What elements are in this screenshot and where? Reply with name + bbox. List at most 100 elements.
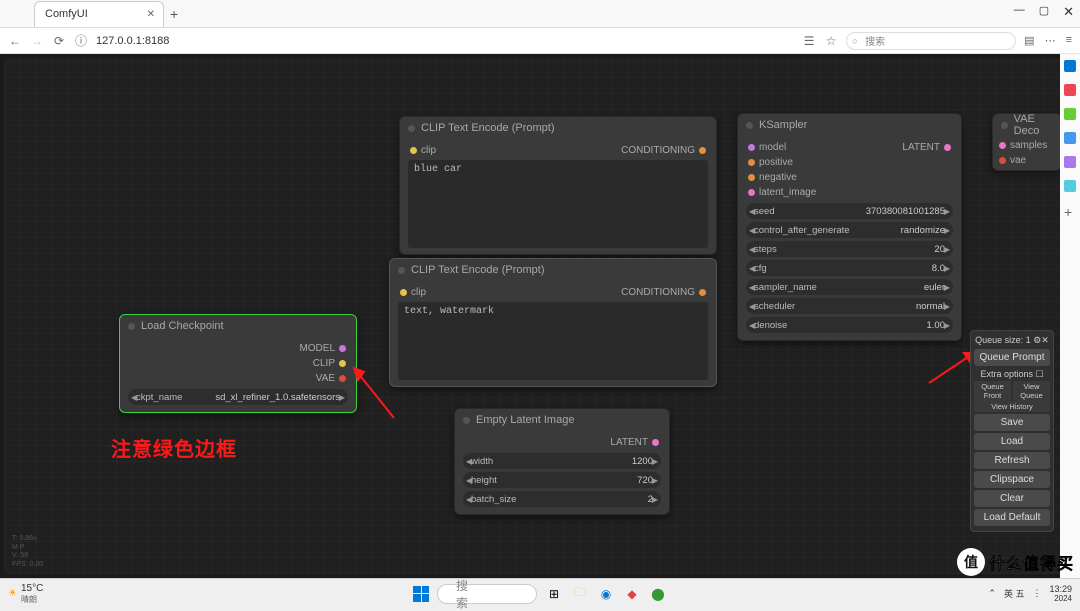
- start-button[interactable]: [413, 586, 429, 602]
- explorer-icon[interactable]: 🗀: [571, 585, 589, 603]
- port-latent[interactable]: latent_image: [748, 187, 816, 198]
- browser-titlebar: ComfyUI ✕ + — ▢ ✕: [0, 0, 1080, 28]
- queue-size-label: Queue size: 1 ⚙✕: [974, 334, 1050, 347]
- watermark-text: 什么值得买: [989, 550, 1074, 574]
- queue-prompt-button[interactable]: Queue Prompt: [974, 349, 1050, 366]
- node-title: VAE Deco: [1014, 113, 1061, 137]
- clear-button[interactable]: Clear: [974, 490, 1050, 507]
- annotation-arrow-left: [344, 358, 404, 428]
- port-conditioning[interactable]: CONDITIONING: [621, 287, 706, 298]
- weather-widget[interactable]: ☀ 15°C 晴朗: [0, 583, 43, 605]
- sidebar-icon[interactable]: [1064, 156, 1076, 168]
- wifi-icon[interactable]: ⋮: [1032, 588, 1041, 599]
- minimize-icon[interactable]: —: [1014, 4, 1025, 20]
- node-title: KSampler: [759, 119, 807, 131]
- scheduler-widget[interactable]: ◀schedulernormal▶: [746, 298, 953, 314]
- load-button[interactable]: Load: [974, 433, 1050, 450]
- watermark-logo: 值: [957, 548, 985, 576]
- control-widget[interactable]: ◀control_after_generaterandomize▶: [746, 222, 953, 238]
- port-model[interactable]: MODEL: [299, 343, 346, 354]
- extension-icon[interactable]: ▤: [1024, 34, 1034, 47]
- browser-search[interactable]: 搜索: [846, 32, 1016, 50]
- port-conditioning[interactable]: CONDITIONING: [621, 145, 706, 156]
- denoise-widget[interactable]: ◀denoise1.00▶: [746, 317, 953, 333]
- sidebar-icon[interactable]: [1064, 108, 1076, 120]
- ckpt-name-widget[interactable]: ◀ ckpt_name sd_xl_refiner_1.0.safetensor…: [128, 389, 348, 405]
- steps-widget[interactable]: ◀steps20▶: [746, 241, 953, 257]
- node-ksampler[interactable]: KSampler model positive negative latent_…: [737, 113, 962, 341]
- prompt-textarea[interactable]: text, watermark: [398, 302, 708, 380]
- clock-time[interactable]: 13:29: [1049, 584, 1072, 594]
- new-tab-button[interactable]: +: [170, 6, 178, 22]
- port-latent-out[interactable]: LATENT: [902, 142, 951, 153]
- seed-widget[interactable]: ◀seed370380081001285▶: [746, 203, 953, 219]
- ime-indicator[interactable]: 英 五: [1004, 587, 1025, 600]
- node-load-checkpoint[interactable]: Load Checkpoint MODEL CLIP VAE ◀ ckpt_na…: [119, 314, 357, 413]
- close-icon: ✕: [1041, 335, 1049, 345]
- sidebar-icon[interactable]: [1064, 60, 1076, 72]
- app-icon[interactable]: ⬤: [649, 585, 667, 603]
- width-widget[interactable]: ◀width1200▶: [463, 453, 661, 469]
- url-text[interactable]: 127.0.0.1:8188: [96, 35, 169, 47]
- prompt-textarea[interactable]: blue car: [408, 160, 708, 248]
- sidebar-icon[interactable]: [1064, 180, 1076, 192]
- node-title: CLIP Text Encode (Prompt): [421, 122, 555, 134]
- control-panel[interactable]: Queue size: 1 ⚙✕ Queue Prompt Extra opti…: [970, 330, 1054, 532]
- port-positive[interactable]: positive: [748, 157, 816, 168]
- node-clip-encode-positive[interactable]: CLIP Text Encode (Prompt) clip CONDITION…: [399, 116, 717, 255]
- sidebar-icon[interactable]: [1064, 132, 1076, 144]
- refresh-icon[interactable]: ⟳: [52, 34, 66, 48]
- annotation-text: 注意绿色边框: [111, 433, 237, 462]
- node-canvas[interactable]: Load Checkpoint MODEL CLIP VAE ◀ ckpt_na…: [4, 58, 1076, 574]
- refresh-button[interactable]: Refresh: [974, 452, 1050, 469]
- port-clip-in[interactable]: clip: [400, 287, 426, 298]
- sidebar-icon[interactable]: [1064, 84, 1076, 96]
- debug-stats: T: 0.86u M P V: 58 FPS: 0.00: [12, 535, 43, 569]
- node-title: CLIP Text Encode (Prompt): [411, 264, 545, 276]
- connection-wires: [4, 58, 304, 208]
- save-button[interactable]: Save: [974, 414, 1050, 431]
- port-vae[interactable]: VAE: [299, 373, 346, 384]
- close-window-icon[interactable]: ✕: [1063, 4, 1074, 20]
- close-icon[interactable]: ✕: [147, 9, 155, 20]
- load-default-button[interactable]: Load Default: [974, 509, 1050, 526]
- height-widget[interactable]: ◀height720▶: [463, 472, 661, 488]
- star-icon[interactable]: ☆: [824, 34, 838, 48]
- batch-widget[interactable]: ◀batch_size2▶: [463, 491, 661, 507]
- app-icon[interactable]: ◆: [623, 585, 641, 603]
- node-empty-latent[interactable]: Empty Latent Image LATENT ◀width1200▶ ◀h…: [454, 408, 670, 515]
- browser-tab[interactable]: ComfyUI ✕: [34, 1, 164, 27]
- queue-front-button[interactable]: Queue Front: [974, 381, 1011, 401]
- tab-title: ComfyUI: [45, 8, 88, 20]
- maximize-icon[interactable]: ▢: [1039, 4, 1049, 20]
- view-queue-button[interactable]: View Queue: [1013, 381, 1050, 401]
- node-vae-decode[interactable]: VAE Deco samples vae: [992, 113, 1062, 171]
- tray-chevron-icon[interactable]: ⌃: [988, 588, 996, 599]
- taskbar-search[interactable]: 搜索: [437, 584, 537, 604]
- edge-icon[interactable]: ◉: [597, 585, 615, 603]
- port-samples[interactable]: samples: [999, 140, 1055, 151]
- back-icon[interactable]: ←: [8, 34, 22, 48]
- port-negative[interactable]: negative: [748, 172, 816, 183]
- taskbar: ☀ 15°C 晴朗 搜索 ⊞ 🗀 ◉ ◆ ⬤ ⌃ 英 五 ⋮ 13:29 202…: [0, 578, 1080, 608]
- more-icon[interactable]: ≡: [1066, 34, 1072, 47]
- clipspace-button[interactable]: Clipspace: [974, 471, 1050, 488]
- port-vae[interactable]: vae: [999, 155, 1055, 166]
- cfg-widget[interactable]: ◀cfg8.0▶: [746, 260, 953, 276]
- sampler-widget[interactable]: ◀sampler_nameeuler▶: [746, 279, 953, 295]
- port-latent[interactable]: LATENT: [610, 437, 659, 448]
- port-clip[interactable]: CLIP: [299, 358, 346, 369]
- address-bar: ← → ⟳ ⓘ 127.0.0.1:8188 ☰ ☆ 搜索 ▤ ⋯ ≡: [0, 28, 1080, 54]
- node-clip-encode-negative[interactable]: CLIP Text Encode (Prompt) clip CONDITION…: [389, 258, 717, 387]
- forward-icon[interactable]: →: [30, 34, 44, 48]
- task-view-icon[interactable]: ⊞: [545, 585, 563, 603]
- view-history-button[interactable]: View History: [974, 401, 1050, 412]
- clock-date[interactable]: 2024: [1049, 594, 1072, 603]
- reader-icon[interactable]: ☰: [802, 34, 816, 48]
- extra-options[interactable]: Extra options ☐: [974, 368, 1050, 381]
- port-model[interactable]: model: [748, 142, 816, 153]
- lock-icon: ⓘ: [74, 34, 88, 48]
- menu-icon[interactable]: ⋯: [1045, 34, 1056, 47]
- port-clip-in[interactable]: clip: [410, 145, 436, 156]
- sidebar-plus-icon[interactable]: +: [1064, 204, 1076, 216]
